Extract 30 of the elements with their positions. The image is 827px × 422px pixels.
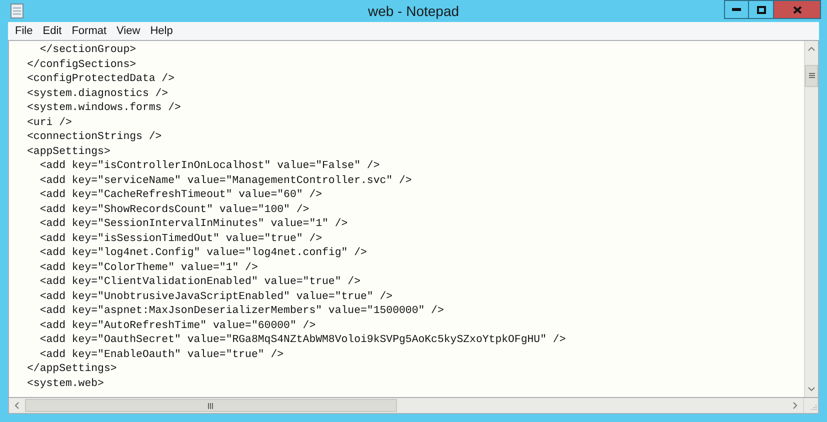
text-line: <appSettings> (27, 144, 110, 159)
window-title: web - Notepad (368, 2, 460, 21)
text-line: <add key="SessionIntervalInMinutes" value="1" /> (38, 217, 348, 232)
text-line: <system.windows.forms /> (27, 101, 181, 116)
menu-item[interactable]: Help (145, 22, 178, 40)
text-line: <add key="EnableOauth" value="true" /> (38, 348, 284, 362)
text-line: <add key="UnobtrusiveJavaScriptEnabled" value="true" /> (38, 290, 393, 304)
text-line: <add key="log4net.Config" value="log4net.config" /> (38, 246, 367, 260)
text-line: <add key="AutoRefreshTime" value="60000" /> (38, 318, 316, 333)
menu-item[interactable]: Format (66, 22, 112, 40)
text-line: </configSections> (27, 58, 136, 72)
text-line: <add key="ColorTheme" value="1" /> (38, 260, 258, 275)
text-line: <add key="ShowRecordsCount" value="100" /> (38, 202, 310, 217)
text-line: <add key="serviceName" value="ManagementController.svc" /> (38, 174, 412, 188)
text-line: <uri /> (27, 116, 72, 130)
text-line: <add key="ClientValidationEnabled" value="true" /> (38, 275, 361, 290)
text-line: <add key="OauthSecret" value="RGa8MqS4NZtAbWM8Voloi9kSVPg5AoKc5kySZxoYtpkOFgHU" /> (38, 333, 566, 348)
text-line: <add key="isControllerInOnLocalhost" value="False" /> (38, 159, 380, 174)
text-line: <system.web> (27, 376, 104, 391)
text-line: <connectionStrings /> (27, 130, 162, 144)
menu-item[interactable]: File (10, 22, 38, 40)
text-line: <add key="aspnet:MaxJsonDeserializerMembers" value="1500000" /> (38, 304, 444, 318)
menu-item[interactable]: Edit (38, 22, 67, 40)
text-line: </appSettings> (27, 362, 117, 376)
text-line: <add key="CacheRefreshTimeout" value="60" /> (38, 188, 322, 202)
menu-item[interactable]: View (112, 22, 146, 40)
text-line: <add key="isSessionTimedOut" value="true" /> (38, 232, 322, 246)
text-line: <system.diagnostics /> (27, 86, 168, 101)
text-line: <configProtectedData /> (27, 72, 175, 86)
text-line: </sectionGroup> (38, 43, 136, 58)
